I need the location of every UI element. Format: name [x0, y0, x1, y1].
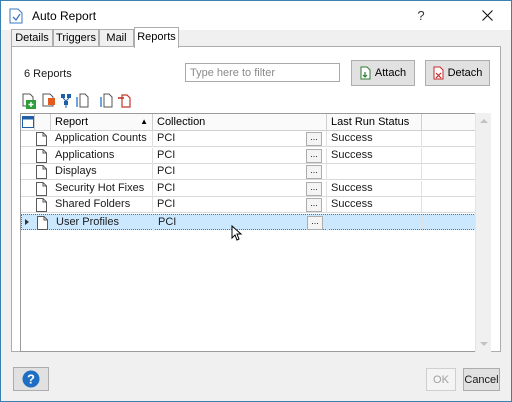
last-run-status-cell: Success: [327, 197, 422, 213]
current-row-indicator-icon: [25, 218, 29, 225]
collection-browse-button[interactable]: ...: [306, 132, 322, 146]
reports-panel: 6 Reports Attach Detach: [11, 46, 501, 352]
table-row[interactable]: Shared Folders PCI... Success: [21, 197, 480, 213]
document-icon: [36, 198, 47, 212]
tab-details[interactable]: Details: [11, 29, 53, 47]
collection-browse-button[interactable]: ...: [307, 215, 323, 230]
attach-icon: [360, 66, 371, 80]
filter-input[interactable]: [185, 63, 340, 82]
collection-cell[interactable]: PCI: [153, 131, 327, 147]
close-button[interactable]: [470, 1, 504, 30]
report-group-icon[interactable]: [59, 93, 73, 109]
collection-cell[interactable]: PCI: [153, 180, 327, 197]
column-header-filler: [422, 114, 480, 131]
detach-button[interactable]: Detach: [425, 60, 490, 86]
table-row[interactable]: Security Hot Fixes PCI... Success: [21, 180, 480, 197]
reports-grid: Report ▲ Collection Last Run Status Appl…: [20, 113, 481, 352]
table-row[interactable]: User Profiles PCI...: [21, 213, 480, 231]
document-icon: [36, 165, 47, 179]
column-chooser[interactable]: [21, 114, 35, 131]
last-run-status-cell: Success: [327, 131, 422, 147]
collection-browse-button[interactable]: ...: [306, 198, 322, 212]
help-glyph: ?: [27, 372, 35, 387]
table-row[interactable]: Application Counts PCI... Success: [21, 131, 480, 147]
tab-reports[interactable]: Reports: [134, 27, 179, 48]
detach-label: Detach: [447, 67, 483, 79]
question-icon: ?: [417, 8, 425, 23]
scroll-down-icon[interactable]: [480, 342, 488, 346]
document-icon: [36, 132, 47, 146]
help-button[interactable]: ?: [13, 367, 49, 391]
scroll-up-icon[interactable]: [480, 119, 488, 123]
document-icon: [36, 148, 47, 163]
last-run-status-cell: [327, 164, 422, 180]
link-report-alt-icon[interactable]: [100, 93, 114, 109]
title-help-button[interactable]: ?: [404, 1, 438, 30]
remove-report-icon[interactable]: [42, 93, 56, 109]
collection-browse-button[interactable]: ...: [306, 181, 322, 196]
sort-ascending-icon: ▲: [140, 117, 148, 126]
report-app-icon: [9, 8, 23, 24]
attach-button[interactable]: Attach: [351, 60, 415, 86]
table-row[interactable]: Applications PCI... Success: [21, 147, 480, 164]
report-name-cell[interactable]: Application Counts: [51, 131, 153, 147]
report-name-cell[interactable]: Shared Folders: [51, 197, 153, 213]
detach-icon: [433, 66, 444, 80]
report-name-cell[interactable]: User Profiles: [52, 214, 154, 231]
last-run-status-cell: [328, 214, 423, 231]
auto-report-window: Auto Report ? Details Triggers Mail Repo…: [0, 0, 512, 402]
document-icon: [37, 215, 48, 230]
window-title: Auto Report: [32, 9, 97, 23]
title-bar: Auto Report ?: [1, 1, 511, 30]
cancel-button[interactable]: Cancel: [463, 368, 500, 391]
report-count-label: 6 Reports: [24, 68, 72, 80]
collection-cell[interactable]: PCI: [153, 147, 327, 164]
document-icon: [36, 181, 47, 196]
icon-column-header: [35, 114, 51, 131]
tab-triggers[interactable]: Triggers: [53, 29, 99, 47]
last-run-status-cell: Success: [327, 180, 422, 197]
column-header-report-label: Report: [55, 116, 89, 128]
attach-label: Attach: [374, 67, 407, 79]
collection-browse-button[interactable]: ...: [306, 148, 322, 163]
column-header-collection[interactable]: Collection: [153, 114, 327, 131]
unlink-report-icon[interactable]: [117, 93, 131, 109]
table-row[interactable]: Displays PCI...: [21, 164, 480, 180]
collection-cell[interactable]: PCI: [153, 164, 327, 180]
new-report-icon[interactable]: [22, 93, 36, 109]
last-run-status-cell: Success: [327, 147, 422, 164]
collection-browse-button[interactable]: ...: [306, 165, 322, 179]
collection-cell[interactable]: PCI: [153, 197, 327, 213]
column-header-report[interactable]: Report ▲: [51, 114, 153, 131]
link-report-icon[interactable]: [76, 93, 90, 109]
mouse-cursor-icon: [231, 225, 243, 241]
column-header-last-run-status[interactable]: Last Run Status: [327, 114, 422, 131]
report-name-cell[interactable]: Applications: [51, 147, 153, 164]
close-icon: [481, 10, 493, 21]
report-name-cell[interactable]: Displays: [51, 164, 153, 180]
ok-button[interactable]: OK: [426, 368, 456, 391]
column-chooser-icon: [22, 116, 34, 128]
tab-mail[interactable]: Mail: [99, 29, 134, 47]
report-name-cell[interactable]: Security Hot Fixes: [51, 180, 153, 197]
help-icon: ?: [22, 370, 40, 388]
grid-vertical-scrollbar[interactable]: [475, 113, 491, 352]
